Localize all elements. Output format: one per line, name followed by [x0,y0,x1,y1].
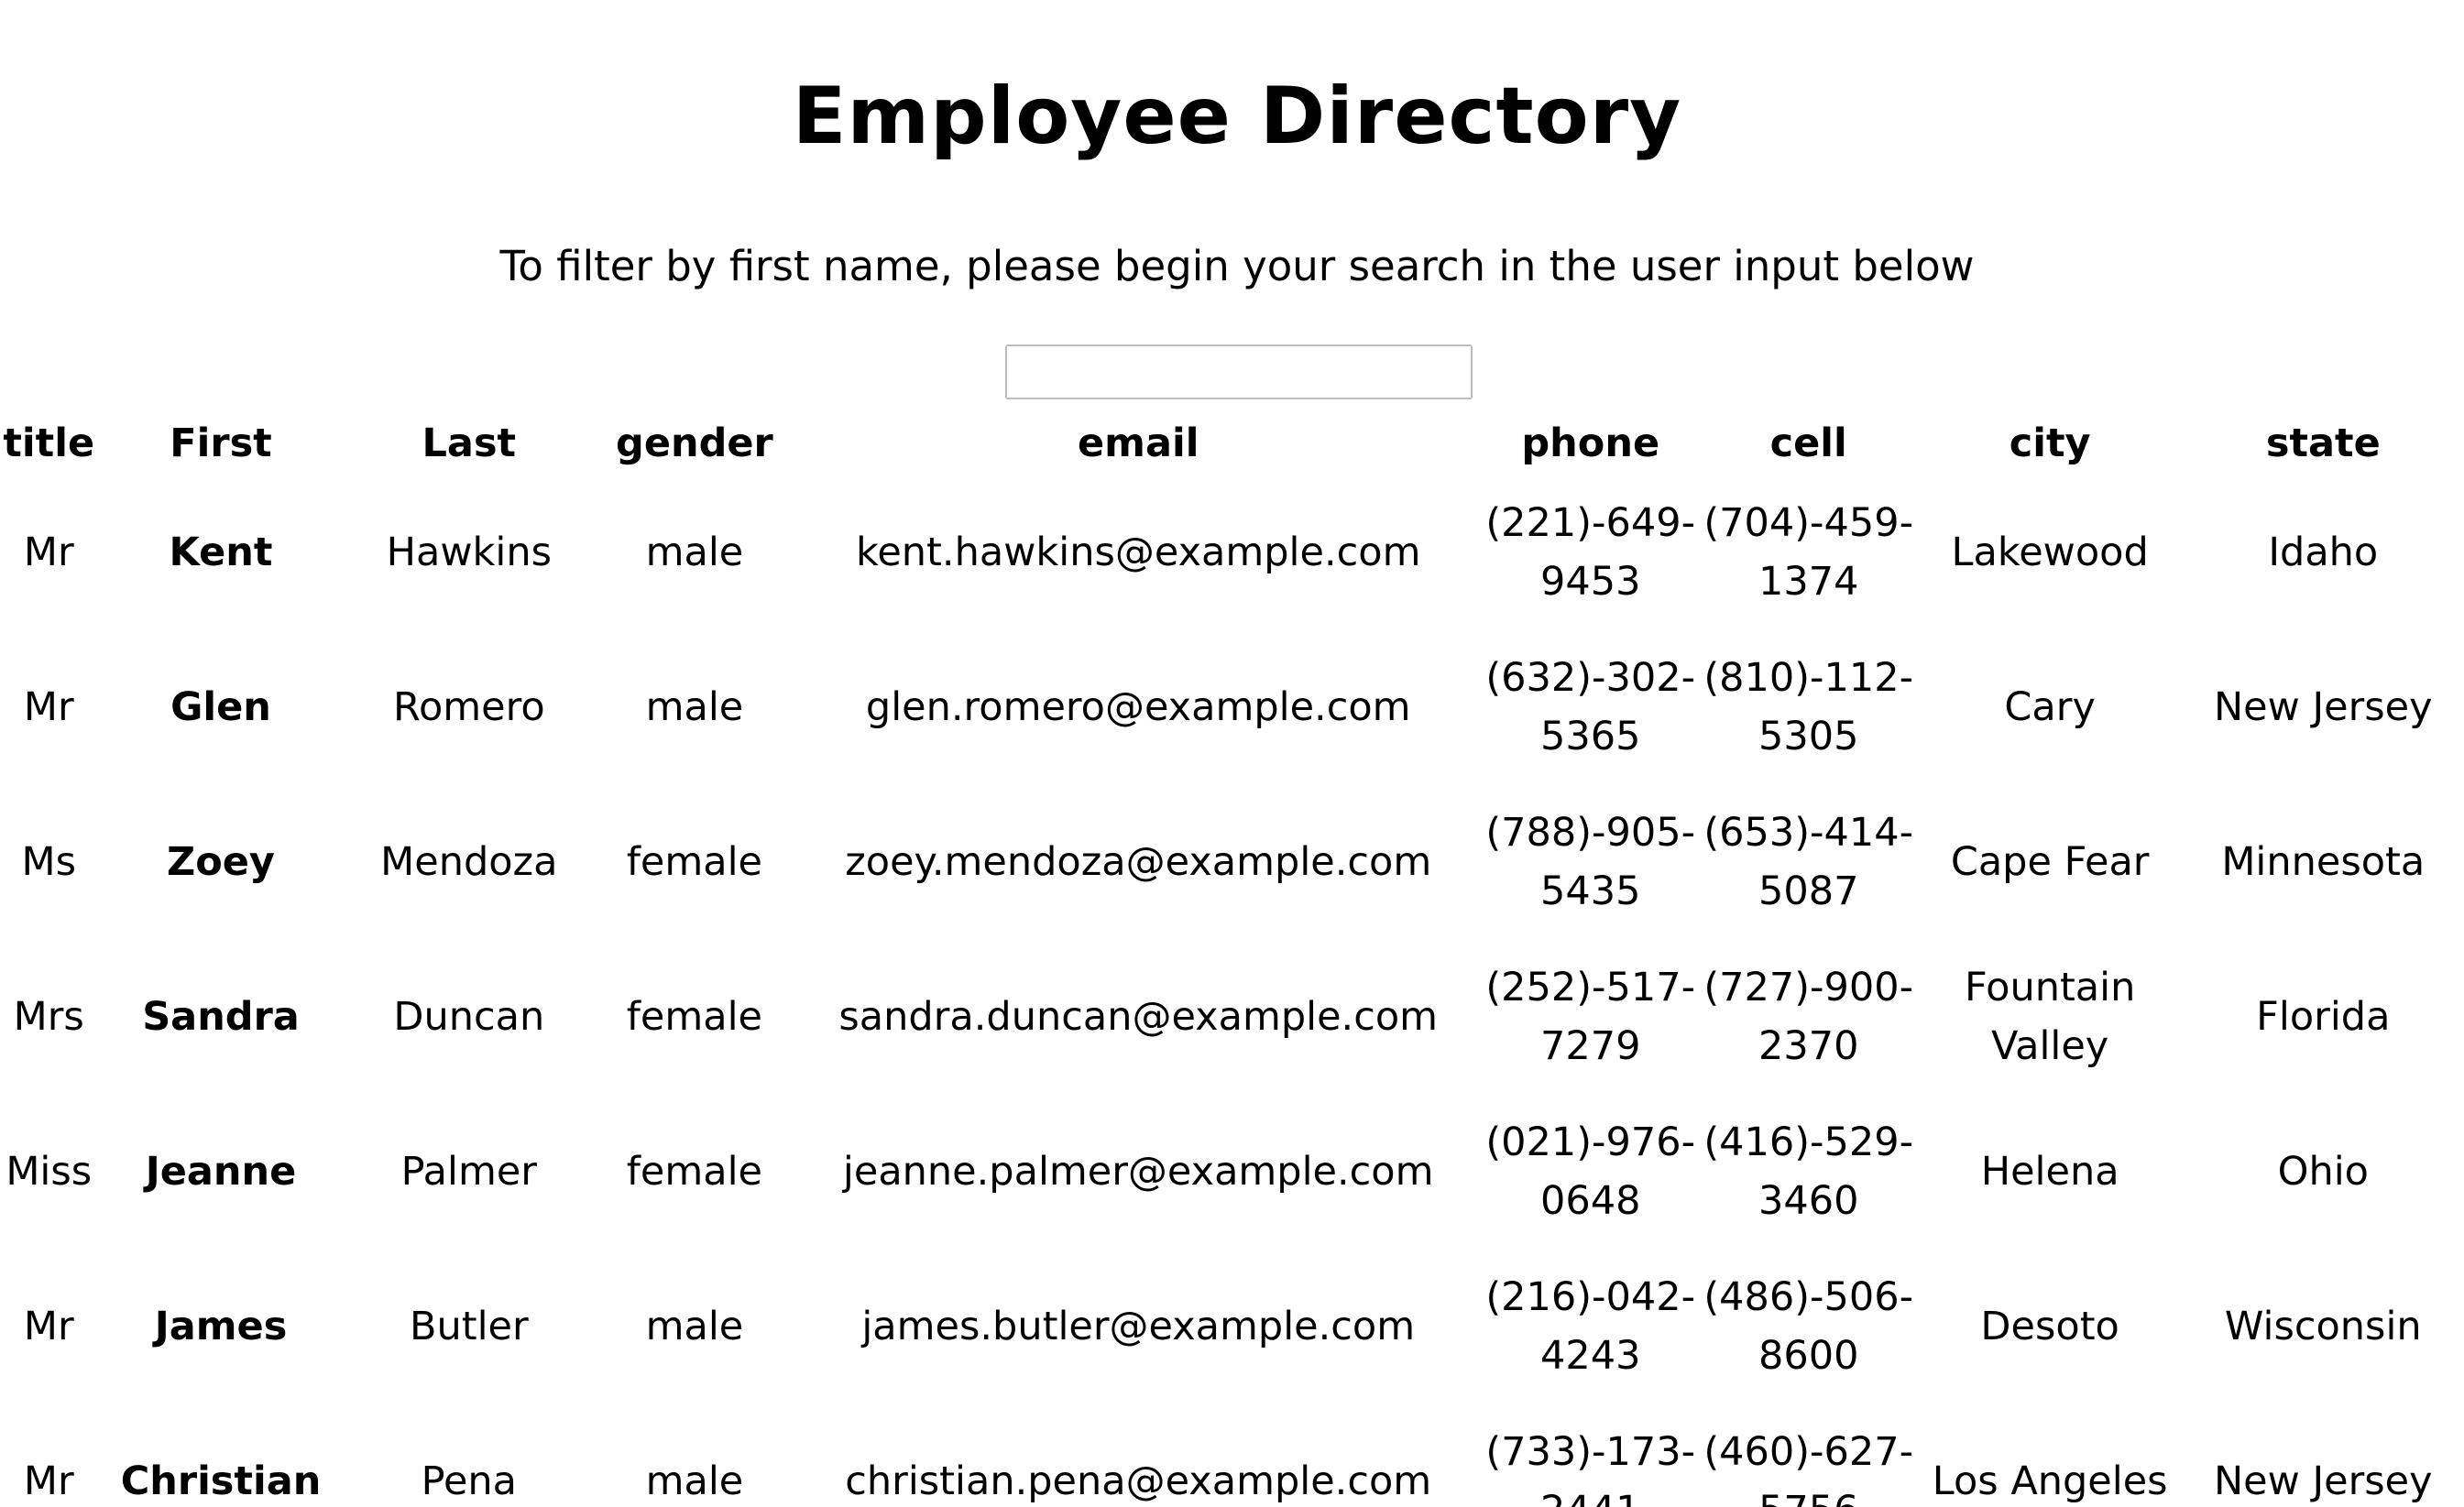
column-header-last[interactable]: Last [345,412,595,475]
column-header-email[interactable]: email [795,412,1482,475]
cell-city: Cape Fear [1950,838,2150,885]
cell-title: Mr [23,1458,74,1504]
column-header-city[interactable]: city [1918,412,2183,475]
cell-last: Hawkins [386,529,552,575]
cell-title: Mr [23,1303,74,1349]
cell-state: Minnesota [2221,838,2426,885]
column-header-phone[interactable]: phone [1482,412,1700,475]
employee-table: title First Last gender email phone cell… [0,412,2464,1507]
cell-state: Ohio [2277,1148,2369,1195]
cell-city: Los Angeles [1932,1458,2168,1504]
header-row: title First Last gender email phone cell… [0,412,2464,475]
column-header-title[interactable]: title [0,412,98,475]
cell-city: Helena [1980,1148,2119,1195]
cell-last: Palmer [400,1148,537,1195]
table-row: Mr Kent Hawkins male kent.hawkins@example.co… [0,475,2464,629]
table-row: Mr Christian Pena male christian.pena@exampl… [0,1403,2464,1507]
cell-title: Ms [21,838,77,885]
cell-gender: male [645,1458,744,1504]
table-row: Mrs Sandra Duncan female sandra.duncan@examp… [0,939,2464,1094]
cell-first: Christian [120,1458,322,1504]
cell-state: Wisconsin [2224,1303,2422,1349]
cell-first: Jeanne [145,1148,297,1195]
cell-gender: male [645,529,744,575]
cell-first: Sandra [142,993,300,1040]
cell-email: zoey.mendoza@example.com [845,838,1432,885]
cell-last: Pena [421,1458,518,1504]
cell-cell: (486)-506- 8600 [1703,1273,1914,1379]
cell-phone: (632)-302- 5365 [1485,654,1696,759]
table-row: Ms Zoey Mendoza female zoey.mendoza@example.… [0,784,2464,939]
cell-gender: female [626,993,763,1040]
column-header-first[interactable]: First [98,412,345,475]
cell-gender: female [626,838,763,885]
cell-state: Florida [2256,993,2391,1040]
cell-email: james.butler@example.com [861,1303,1416,1349]
cell-last: Romero [393,683,545,730]
page-title: Employee Directory [792,71,1682,162]
cell-cell: (653)-414- 5087 [1703,809,1914,914]
cell-phone: (221)-649- 9453 [1485,499,1696,605]
cell-phone: (021)-976- 0648 [1485,1119,1696,1224]
cell-first: Kent [169,529,273,575]
cell-cell: (416)-529- 3460 [1703,1119,1914,1224]
cell-last: Butler [409,1303,529,1349]
search-instructions: To filter by first name, please begin yo… [499,242,1975,290]
cell-city: Fountain Valley [1964,964,2136,1069]
cell-first: James [154,1303,288,1349]
cell-city: Cary [2004,683,2096,730]
cell-title: Mr [23,683,74,730]
cell-last: Mendoza [380,838,558,885]
table-body: Mr Kent Hawkins male kent.hawkins@example.co… [0,475,2464,1507]
cell-phone: (733)-173- 2441 [1485,1428,1696,1507]
cell-state: New Jersey [2214,1458,2433,1504]
cell-last: Duncan [393,993,545,1040]
cell-first: Glen [170,683,271,730]
cell-state: New Jersey [2214,683,2433,730]
cell-email: sandra.duncan@example.com [838,993,1439,1040]
column-header-state[interactable]: state [2183,412,2464,475]
cell-state: Idaho [2268,529,2379,575]
cell-email: christian.pena@example.com [845,1458,1432,1504]
table-header: title First Last gender email phone cell… [0,412,2464,475]
search-input[interactable] [1005,344,1473,399]
cell-title: Mr [23,529,74,575]
page: Employee Directory To filter by first na… [0,0,2464,1507]
table-row: Mr Glen Romero male glen.romero@example.com (… [0,629,2464,784]
cell-email: kent.hawkins@example.com [855,529,1421,575]
cell-gender: male [645,683,744,730]
cell-phone: (788)-905- 5435 [1485,809,1696,914]
cell-email: glen.romero@example.com [865,683,1411,730]
cell-gender: female [626,1148,763,1195]
table-row: Mr James Butler male james.butler@example.co… [0,1249,2464,1403]
cell-city: Lakewood [1951,529,2149,575]
column-header-gender[interactable]: gender [594,412,795,475]
cell-cell: (810)-112- 5305 [1703,654,1914,759]
cell-phone: (216)-042- 4243 [1485,1273,1696,1379]
cell-cell: (460)-627- 5756 [1703,1428,1914,1507]
cell-email: jeanne.palmer@example.com [842,1148,1434,1195]
table-row: Miss Jeanne Palmer female jeanne.palmer@exam… [0,1094,2464,1249]
cell-first: Zoey [167,838,275,885]
cell-phone: (252)-517- 7279 [1485,964,1696,1069]
cell-title: Mrs [13,993,84,1040]
cell-title: Miss [5,1148,93,1195]
cell-cell: (727)-900- 2370 [1703,964,1914,1069]
cell-gender: male [645,1303,744,1349]
column-header-cell[interactable]: cell [1700,412,1918,475]
cell-city: Desoto [1980,1303,2119,1349]
cell-cell: (704)-459- 1374 [1703,499,1914,605]
